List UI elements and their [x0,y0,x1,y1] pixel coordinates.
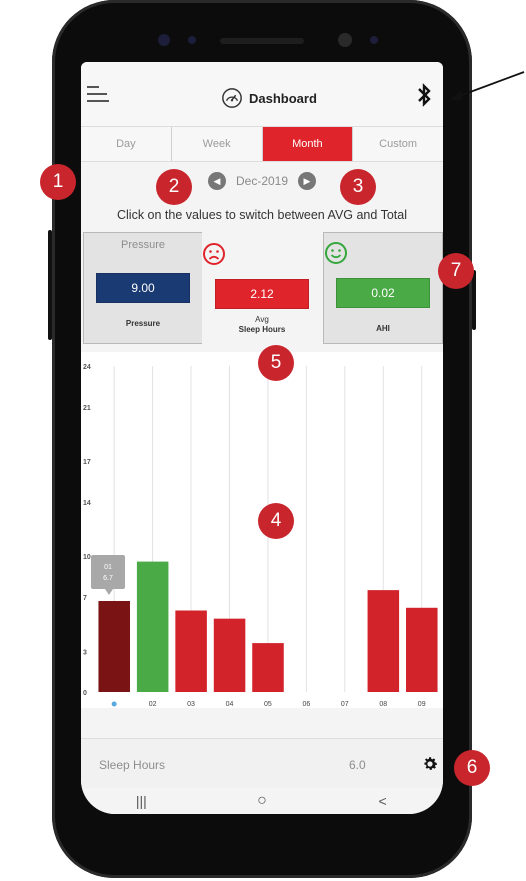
metric-label: Sleep Hours [99,758,166,772]
y-tick-label: 21 [83,405,91,412]
android-navbar: ||| ○ < [81,788,443,814]
hamburger-icon[interactable] [87,86,109,104]
x-tick-label: 09 [418,701,426,708]
home-button[interactable]: ○ [242,792,282,810]
chevron-right-icon[interactable]: ▶ [298,172,317,190]
callout-2: 2 [156,169,192,205]
y-tick-label: 3 [83,649,87,656]
callout-4: 4 [258,503,294,539]
x-tick-label: 05 [264,701,272,708]
y-tick-label: 14 [83,500,91,507]
sleep-card-label-name: Sleep Hours [238,325,286,334]
pressure-value[interactable]: 9.00 [96,273,190,303]
app-screen: Dashboard Day Week Month Custom ◀ Dec-20… [81,62,443,814]
x-tick-label: 06 [302,701,310,708]
tooltip-box [91,554,125,589]
y-tick-label: 17 [83,459,91,466]
chart-bar[interactable] [98,600,130,692]
gear-icon[interactable] [421,755,439,773]
chart-bar[interactable] [136,561,169,692]
iris-scanner-icon [338,33,352,47]
title-group: Dashboard [221,86,317,110]
x-tick-label: 03 [187,701,195,708]
callout-7: 7 [438,253,474,289]
sleep-card[interactable]: 2.12 Avg Sleep Hours [202,232,322,344]
front-camera-icon [158,34,170,46]
chart-bar[interactable] [213,618,246,692]
x-tick-label: 02 [149,701,157,708]
phone-frame: Dashboard Day Week Month Custom ◀ Dec-20… [48,0,476,878]
sad-face-icon [203,243,225,265]
x-tick-label: 08 [379,701,387,708]
tooltip-label: 01 [104,564,112,571]
chart-bar[interactable] [367,590,400,692]
back-button[interactable]: < [363,793,403,809]
bluetooth-icon[interactable] [415,82,433,108]
period-label: Dec-2019 [235,174,289,188]
top-bezel [52,0,472,62]
speaker-grille [220,38,304,44]
happy-face-icon [325,242,347,264]
callout-3: 3 [340,169,376,205]
bixby-button [48,300,52,330]
metric-value: 6.0 [349,758,366,772]
gauge-icon [222,88,242,108]
pressure-card-title: Pressure [120,239,166,251]
ahi-card-label: AHI [376,324,390,333]
bluetooth-pointer-arrow [450,71,525,100]
y-tick-label: 7 [83,595,87,602]
sleep-card-label: Avg Sleep Hours [202,315,322,335]
chart-bar[interactable] [175,610,207,693]
x-tick-label: 07 [341,701,349,708]
proximity-sensor-icon [370,36,378,44]
sleep-value[interactable]: 2.12 [215,279,309,309]
app-header: Dashboard [81,62,443,126]
period-selector: ◀ Dec-2019 ▶ [81,170,443,192]
sensor-icon [188,36,196,44]
sleep-card-label-avg: Avg [255,315,269,324]
power-button [472,270,476,330]
tooltip-pointer [105,588,113,595]
chevron-left-icon[interactable]: ◀ [207,172,226,190]
pressure-card[interactable]: Pressure 9.00 Pressure [83,232,203,344]
pressure-card-label: Pressure [125,319,161,328]
x-tick-label: 04 [226,701,234,708]
tab-day[interactable]: Day [81,127,172,161]
ahi-card[interactable]: 0.02 AHI [323,232,443,344]
recent-apps-button[interactable]: ||| [121,793,161,809]
range-tabs: Day Week Month Custom [81,126,443,162]
chart-bar[interactable] [406,607,438,692]
hint-text: Click on the values to switch between AV… [117,208,407,222]
chart-bar[interactable] [252,643,284,692]
tab-week[interactable]: Week [172,127,263,161]
callout-5: 5 [258,345,294,381]
callout-1: 1 [40,164,76,200]
tab-month[interactable]: Month [262,127,354,161]
y-tick-label: 10 [83,554,91,561]
callout-6: 6 [454,750,490,786]
tooltip-value: 6.7 [103,575,113,582]
selected-indicator-icon [111,701,117,707]
tab-custom[interactable]: Custom [353,127,443,161]
y-tick-label: 24 [83,364,91,371]
ahi-value[interactable]: 0.02 [336,278,430,308]
metric-row[interactable]: Sleep Hours 6.0 [81,738,443,788]
y-tick-label: 0 [83,690,87,697]
page-title: Dashboard [249,90,317,106]
